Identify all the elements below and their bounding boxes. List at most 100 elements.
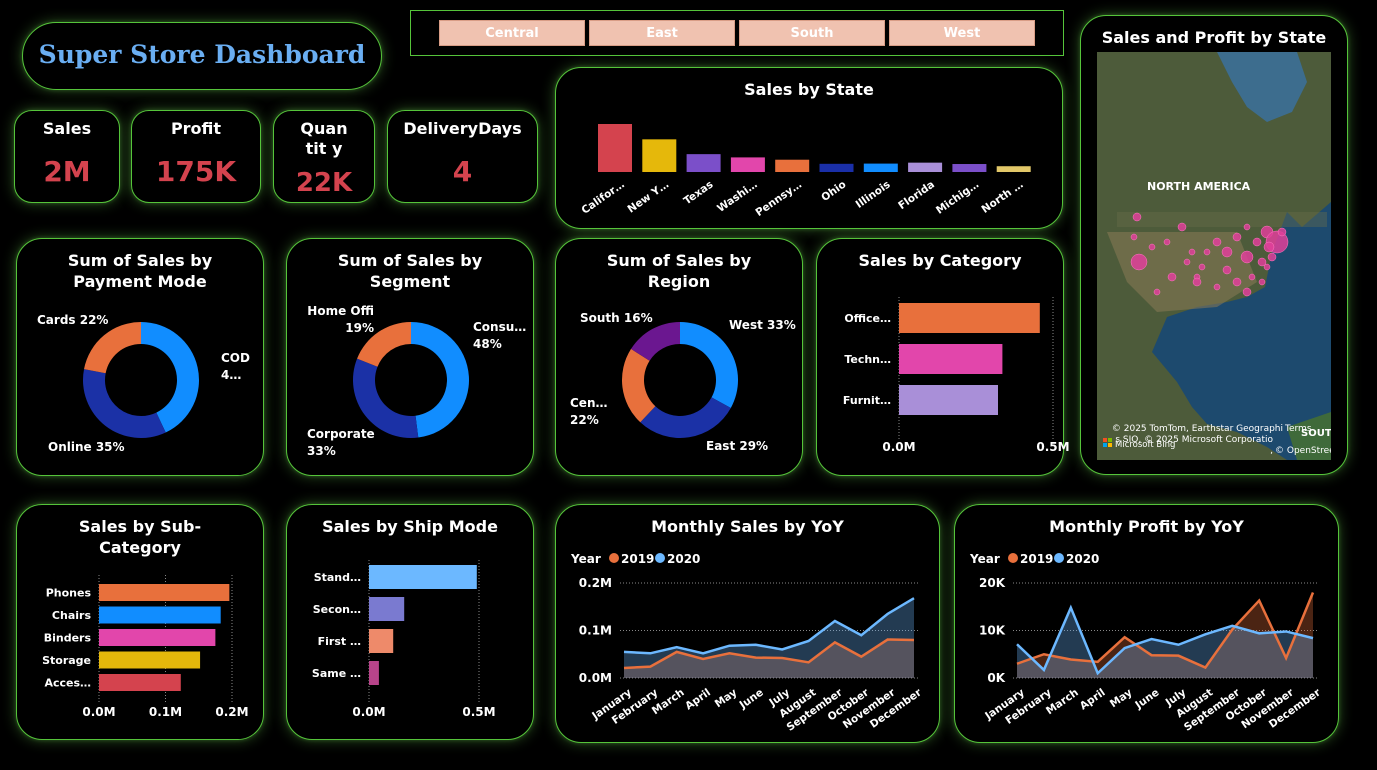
state-bubble — [1263, 241, 1275, 253]
state-bubble — [1213, 283, 1221, 291]
y-tick-label: 0.1M — [579, 624, 612, 638]
microsoft-logo-icon — [1103, 438, 1107, 442]
state-bubble — [1232, 277, 1242, 287]
category-label: Storage — [42, 654, 91, 667]
x-tick-label: 0.2M — [215, 705, 248, 719]
state-bubble — [1130, 233, 1138, 241]
data-label: Online 35% — [48, 440, 125, 454]
map-label-north-america: NORTH AMERICA — [1147, 180, 1251, 193]
data-label: Cen… — [570, 396, 608, 410]
map-card: Sales and Profit by State NORTH AMERICA S… — [1080, 15, 1348, 475]
y-tick-label: 0.0M — [579, 671, 612, 685]
category-chart: 0.0M 0.5M Office… Techn… Furnit… — [843, 297, 1070, 454]
state-bubble — [1130, 253, 1148, 271]
state-bubble — [1132, 212, 1142, 222]
ship-mode-card: Sales by Ship Mode 0.0M 0.5M Stand… Secon… F… — [286, 504, 534, 740]
slice — [622, 348, 656, 423]
data-label: 22% — [570, 413, 599, 427]
x-tick-label: May — [1108, 686, 1135, 710]
x-tick-label: May — [713, 686, 740, 710]
map-title: Sales and Profit by State — [1101, 28, 1327, 47]
bar — [952, 164, 987, 172]
slice — [82, 369, 166, 438]
bar — [863, 163, 898, 172]
bar — [899, 344, 1003, 374]
tick-label: Texas — [682, 179, 716, 208]
kpi-profit-label: Profit — [170, 119, 222, 138]
bar — [369, 565, 477, 589]
tick-label: Florida — [896, 179, 937, 213]
bar — [99, 651, 201, 669]
tick-label: New Y… — [625, 179, 671, 216]
state-bubble — [1243, 223, 1251, 231]
bar — [99, 629, 216, 646]
category-label: Techn… — [844, 353, 891, 366]
x-tick-label: April — [1078, 687, 1108, 713]
bar — [899, 303, 1040, 333]
region-slicer: Central East South West — [410, 10, 1064, 56]
state-bubble — [1192, 277, 1202, 287]
sub-category-card: Sales by Sub-Category 0.0M 0.1M 0.2M Phones… — [16, 504, 264, 740]
legend-marker — [609, 553, 619, 563]
data-label: 4… — [221, 368, 241, 382]
state-bubble — [1263, 263, 1271, 271]
map-attribution-3: , — [1270, 446, 1273, 456]
bar — [99, 674, 181, 691]
state-bubble — [1232, 232, 1242, 242]
bar — [369, 629, 394, 653]
x-tick-label: June — [737, 687, 766, 712]
slicer-option-south[interactable]: South — [739, 20, 885, 46]
tick-label: Pennsy… — [753, 179, 804, 219]
bar — [908, 162, 943, 172]
legend-marker — [655, 553, 665, 563]
slicer-option-west[interactable]: West — [889, 20, 1035, 46]
kpi-profit-card: Profit 175K — [131, 110, 261, 203]
kpi-sales-value: 2M — [43, 155, 91, 188]
data-label: Home Offi — [307, 304, 374, 318]
category-label: Same … — [312, 667, 361, 680]
x-tick-label: April — [683, 687, 713, 713]
monthly-profit-card: Monthly Profit by YoY Year 2019 2020 0K 10K 2… — [954, 504, 1339, 743]
bar — [369, 661, 379, 685]
y-tick-label: 0K — [987, 671, 1005, 685]
legend-title: Year — [570, 552, 601, 566]
category-label: Phones — [46, 587, 92, 600]
kpi-quantity-label: Quantit y — [300, 119, 348, 158]
state-bubble — [1203, 248, 1211, 256]
y-tick-label: 0.2M — [579, 576, 612, 590]
state-bubble — [1212, 237, 1222, 247]
state-bubble — [1258, 278, 1266, 286]
tick-label: Michig… — [934, 179, 981, 217]
monthly-profit-chart: Year 2019 20200K10K20KJanuaryFebruaryMarch… — [969, 552, 1324, 734]
monthly-sales-card: Monthly Sales by YoY Year 2019 2020 0.0M 0.1… — [555, 504, 940, 743]
kpi-delivery-label: DeliveryDays — [403, 119, 522, 138]
land-band — [1117, 212, 1327, 227]
bar — [598, 124, 632, 172]
category-label: Furnit… — [843, 394, 891, 407]
state-bubble — [1188, 248, 1196, 256]
microsoft-logo-icon — [1108, 438, 1112, 442]
payment-mode-card: Sum of Sales by Payment Mode COD 4… Online… — [16, 238, 264, 476]
state-bubble — [1252, 237, 1262, 247]
data-label: 48% — [473, 337, 502, 351]
region-chart: West 33% East 29% Cen… 22% South 16% — [570, 311, 796, 453]
data-label: 19% — [345, 321, 374, 335]
legend-label: 2020 — [667, 552, 700, 566]
slice — [680, 322, 738, 408]
legend-label: 2020 — [1066, 552, 1099, 566]
map-canvas[interactable]: NORTH AMERICA SOUTH © 2025 TomTom, Earthst… — [1097, 52, 1331, 460]
sales-by-state-chart: Califor…New Y… Texas Washi…Pennsy… Ohio Illi… — [579, 124, 1031, 219]
sales-by-state-card: Sales by State Califor… New Y… Texas Washi…… — [555, 67, 1063, 229]
legend-label: 2019 — [1020, 552, 1053, 566]
category-label: Binders — [44, 632, 92, 645]
slicer-option-central[interactable]: Central — [439, 20, 585, 46]
slice — [640, 397, 731, 438]
data-label: East 29% — [706, 439, 768, 453]
bar — [642, 139, 677, 172]
data-label: Cards 22% — [37, 313, 108, 327]
state-bubble — [1240, 250, 1254, 264]
bar — [686, 154, 721, 172]
data-label: 33% — [307, 444, 336, 458]
legend-marker — [1008, 553, 1018, 563]
slicer-option-east[interactable]: East — [589, 20, 735, 46]
